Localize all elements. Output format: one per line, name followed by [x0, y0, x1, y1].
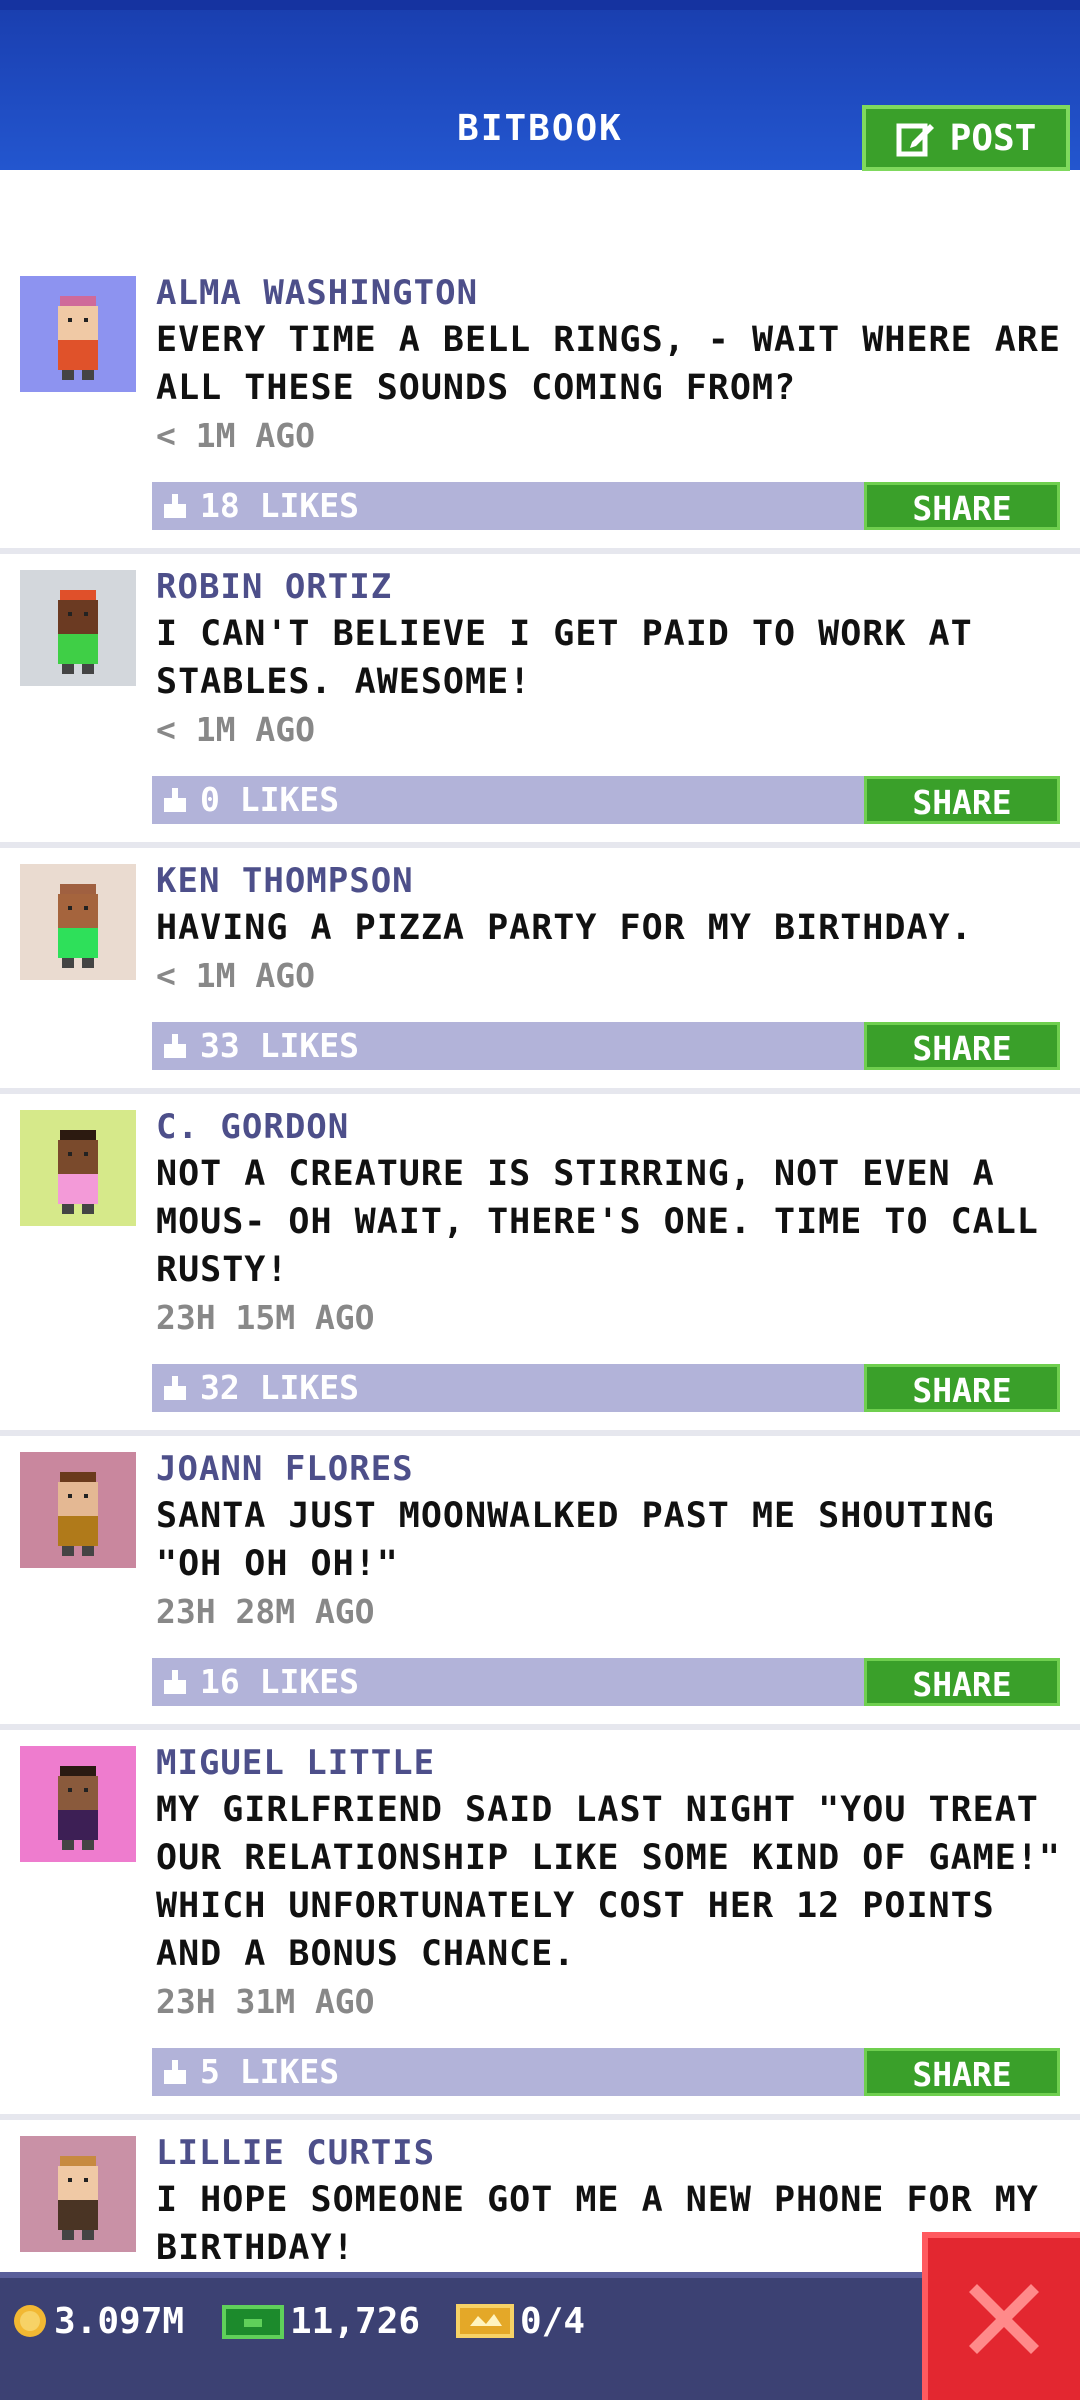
post-author[interactable]: JOANN FLORES: [156, 1446, 1068, 1492]
like-count: 16 LIKES: [200, 1662, 359, 1701]
close-icon: [969, 2284, 1039, 2354]
post-time: < 1M AGO: [156, 416, 315, 455]
post-author[interactable]: ALMA WASHINGTON: [156, 270, 1068, 316]
like-bar[interactable]: 33 LIKES SHARE: [152, 1022, 1060, 1070]
avatar-shirt: [58, 2200, 98, 2230]
coin-icon: [14, 2305, 46, 2337]
post-author[interactable]: KEN THOMPSON: [156, 858, 1068, 904]
post-time: < 1M AGO: [156, 956, 315, 995]
post-text: NOT A CREATURE IS STIRRING, NOT EVEN A M…: [156, 1154, 1039, 1290]
share-button[interactable]: SHARE: [864, 1658, 1060, 1706]
tickets-stat: 0/4: [456, 2296, 585, 2346]
edit-icon: [896, 123, 934, 157]
post-time: 23H 15M AGO: [156, 1298, 375, 1337]
avatar[interactable]: [20, 864, 136, 980]
post-item: ROBIN ORTIZ I CAN'T BELIEVE I GET PAID T…: [0, 554, 1080, 848]
share-button[interactable]: SHARE: [864, 482, 1060, 530]
feed[interactable]: ALMA WASHINGTON EVERY TIME A BELL RINGS,…: [0, 260, 1080, 2320]
avatar[interactable]: [20, 2136, 136, 2252]
thumbs-up-icon: [164, 1670, 186, 1694]
thumbs-up-icon: [164, 494, 186, 518]
like-count: 18 LIKES: [200, 486, 359, 525]
post-text: SANTA JUST MOONWALKED PAST ME SHOUTING "…: [156, 1496, 995, 1584]
ticket-icon: [456, 2304, 514, 2338]
bux-icon: [222, 2305, 284, 2339]
post-button[interactable]: POST: [862, 105, 1070, 171]
avatar[interactable]: [20, 570, 136, 686]
thumbs-up-icon: [164, 1034, 186, 1058]
coins-stat: 3.097M: [12, 2296, 184, 2346]
thumbs-up-icon: [164, 1376, 186, 1400]
avatar-face: [58, 1776, 98, 1810]
like-count: 33 LIKES: [200, 1026, 359, 1065]
like-bar[interactable]: 5 LIKES SHARE: [152, 2048, 1060, 2096]
avatar-shirt: [58, 1516, 98, 1546]
post-time: < 1M AGO: [156, 710, 315, 749]
tickets-value: 0/4: [520, 2300, 586, 2342]
avatar-shirt: [58, 634, 98, 664]
coins-value: 3.097M: [54, 2300, 185, 2342]
post-item: C. GORDON NOT A CREATURE IS STIRRING, NO…: [0, 1094, 1080, 1436]
like-count: 32 LIKES: [200, 1368, 359, 1407]
avatar-face: [58, 1140, 98, 1174]
thumbs-up-icon: [164, 2060, 186, 2084]
currency-bar: 3.097M 11,726 0/4: [0, 2272, 1080, 2400]
avatar-face: [58, 894, 98, 928]
avatar-face: [58, 306, 98, 340]
bux-stat: 11,726: [222, 2296, 420, 2346]
avatar-shirt: [58, 1174, 98, 1204]
share-button[interactable]: SHARE: [864, 1364, 1060, 1412]
post-text: I CAN'T BELIEVE I GET PAID TO WORK AT ST…: [156, 614, 973, 702]
share-button[interactable]: SHARE: [864, 2048, 1060, 2096]
like-count: 5 LIKES: [200, 2052, 340, 2091]
avatar[interactable]: [20, 1746, 136, 1862]
avatar-shirt: [58, 1810, 98, 1840]
post-author[interactable]: LILLIE CURTIS: [156, 2130, 1068, 2176]
avatar-face: [58, 600, 98, 634]
share-button[interactable]: SHARE: [864, 1022, 1060, 1070]
thumbs-up-icon: [164, 788, 186, 812]
post-button-label: POST: [949, 117, 1037, 159]
like-count: 0 LIKES: [200, 780, 340, 819]
post-author[interactable]: C. GORDON: [156, 1104, 1068, 1150]
avatar[interactable]: [20, 1110, 136, 1226]
like-bar[interactable]: 18 LIKES SHARE: [152, 482, 1060, 530]
post-text: HAVING A PIZZA PARTY FOR MY BIRTHDAY.: [156, 908, 973, 948]
post-item: ALMA WASHINGTON EVERY TIME A BELL RINGS,…: [0, 260, 1080, 554]
post-item: KEN THOMPSON HAVING A PIZZA PARTY FOR MY…: [0, 848, 1080, 1094]
post-author[interactable]: MIGUEL LITTLE: [156, 1740, 1068, 1786]
avatar[interactable]: [20, 276, 136, 392]
avatar-face: [58, 1482, 98, 1516]
bux-value: 11,726: [290, 2300, 421, 2342]
avatar-shirt: [58, 340, 98, 370]
top-bar: BITBOOK POST: [0, 0, 1080, 171]
close-button[interactable]: [922, 2232, 1080, 2400]
like-bar[interactable]: 0 LIKES SHARE: [152, 776, 1060, 824]
avatar-shirt: [58, 928, 98, 958]
share-button[interactable]: SHARE: [864, 776, 1060, 824]
like-bar[interactable]: 16 LIKES SHARE: [152, 1658, 1060, 1706]
post-text: MY GIRLFRIEND SAID LAST NIGHT "YOU TREAT…: [156, 1790, 1061, 1974]
like-bar[interactable]: 32 LIKES SHARE: [152, 1364, 1060, 1412]
post-author[interactable]: ROBIN ORTIZ: [156, 564, 1068, 610]
avatar-face: [58, 2166, 98, 2200]
post-time: 23H 28M AGO: [156, 1592, 375, 1631]
post-item: JOANN FLORES SANTA JUST MOONWALKED PAST …: [0, 1436, 1080, 1730]
post-item: MIGUEL LITTLE MY GIRLFRIEND SAID LAST NI…: [0, 1730, 1080, 2120]
post-time: 23H 31M AGO: [156, 1982, 375, 2021]
avatar[interactable]: [20, 1452, 136, 1568]
post-text: EVERY TIME A BELL RINGS, - WAIT WHERE AR…: [156, 320, 1061, 408]
